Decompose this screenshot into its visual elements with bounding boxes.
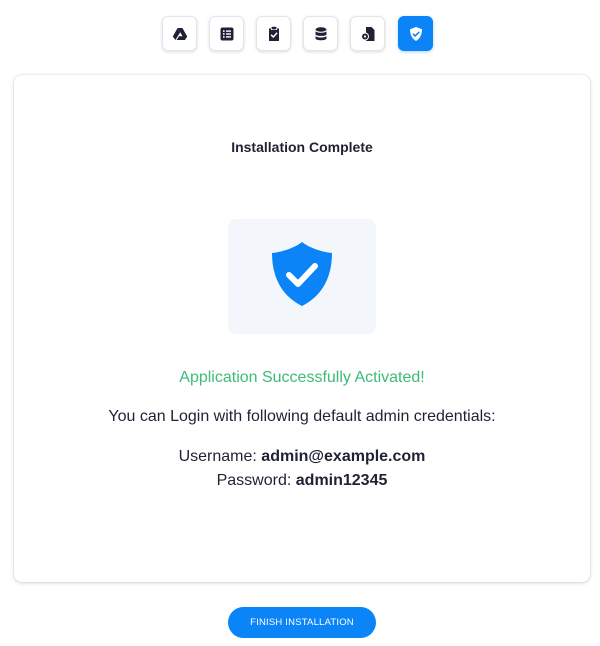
step-file-check[interactable] [256,16,291,51]
installation-card: Installation Complete Application Succes… [14,75,590,582]
shield-check-icon [269,240,335,313]
step-database[interactable] [303,16,338,51]
login-instructions: You can Login with following default adm… [108,408,496,425]
shield-check-icon [408,26,424,42]
username-label: Username: [178,448,257,465]
finish-installation-button[interactable]: FINISH INSTALLATION [228,607,376,638]
password-label: Password: [216,472,292,489]
username-line: Username: admin@example.com [14,448,590,466]
step-drive[interactable] [162,16,197,51]
password-line: Password: admin12345 [14,472,590,490]
username-value: admin@example.com [261,448,426,465]
file-check-icon [266,26,282,42]
file-settings-icon [360,26,376,42]
database-icon [313,26,329,42]
drive-icon [172,26,188,42]
installation-steps [0,16,600,52]
step-file-settings[interactable] [350,16,385,51]
list-icon [219,26,235,42]
shield-panel [228,219,376,334]
card-title: Installation Complete [231,139,373,155]
success-message: Application Successfully Activated! [179,369,425,386]
password-value: admin12345 [295,472,388,489]
step-list[interactable] [209,16,244,51]
step-shield-check[interactable] [398,16,433,51]
